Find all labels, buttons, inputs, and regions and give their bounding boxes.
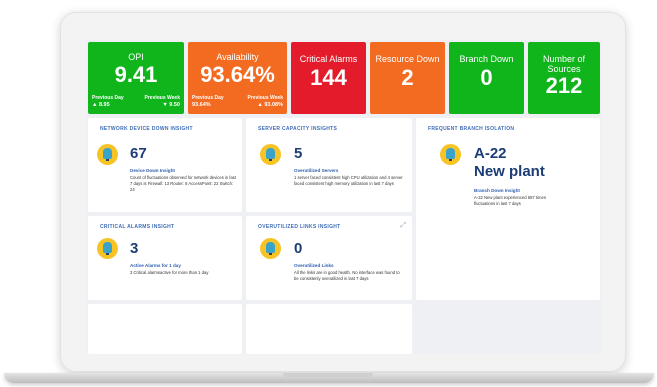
kpi-label: Resource Down bbox=[375, 54, 440, 64]
lightbulb-icon bbox=[260, 144, 281, 165]
card-title: NETWORK DEVICE DOWN INSIGHT bbox=[100, 126, 193, 132]
kpi-resource-down-tile[interactable]: Resource Down 2 bbox=[370, 42, 445, 114]
prev-day-value: 93.64% bbox=[192, 102, 211, 108]
kpi-branch-down-tile[interactable]: Branch Down 0 bbox=[449, 42, 524, 114]
kpi-trend-footer: Previous Day 93.64% Previous Week ▲ 93.0… bbox=[188, 92, 287, 114]
lightbulb-icon bbox=[440, 144, 461, 165]
card-title: CRITICAL ALARMS INSIGHT bbox=[100, 224, 175, 230]
prev-day-label: Previous Day bbox=[92, 95, 124, 101]
server-capacity-card[interactable]: SERVER CAPACITY INSIGHTS 5 Overutilized … bbox=[246, 118, 412, 212]
card-subtitle: Branch Down Insight bbox=[474, 188, 520, 193]
card-number: 3 bbox=[130, 240, 139, 257]
prev-week-value: ▼ 9.50 bbox=[162, 102, 180, 108]
network-device-down-card[interactable]: NETWORK DEVICE DOWN INSIGHT 67 Device Do… bbox=[88, 118, 242, 212]
empty-panel-middle bbox=[246, 304, 412, 354]
card-description: 1 server faced consistent high CPU utili… bbox=[294, 175, 403, 186]
card-title: SERVER CAPACITY INSIGHTS bbox=[258, 126, 338, 132]
kpi-label: Branch Down bbox=[459, 54, 514, 64]
prev-day-label: Previous Day bbox=[192, 95, 224, 101]
prev-week-value: ▲ 93.08% bbox=[257, 102, 283, 108]
prev-week-label: Previous Week bbox=[144, 95, 180, 101]
kpi-value: 93.64% bbox=[200, 62, 275, 87]
card-description: 3 Critical alarmsactive for more than 1 … bbox=[130, 270, 209, 275]
lightbulb-icon bbox=[97, 238, 118, 259]
prev-week-block: Previous Week ▲ 93.08% bbox=[248, 95, 283, 114]
card-number-line2: New plant bbox=[474, 163, 545, 180]
card-description: A-22 New plant experienced 687 times flu… bbox=[474, 195, 546, 206]
lightbulb-icon bbox=[97, 144, 118, 165]
kpi-value: 2 bbox=[401, 65, 414, 90]
lightbulb-icon bbox=[260, 238, 281, 259]
card-subtitle: Device Down Insight bbox=[130, 168, 175, 173]
overutilized-links-card[interactable]: OVERUTILIZED LINKS INSIGHT ⤢ 0 Overutili… bbox=[246, 216, 412, 300]
kpi-number-of-sources-tile[interactable]: Number of Sources 212 bbox=[528, 42, 600, 114]
card-description: Count of fluctuations observed for netwo… bbox=[130, 175, 236, 192]
kpi-label: Number of Sources bbox=[542, 54, 586, 74]
frequent-branch-isolation-card[interactable]: FREQUENT BRANCH ISOLATION A-22 New plant… bbox=[416, 118, 600, 300]
card-title: OVERUTILIZED LINKS INSIGHT bbox=[258, 224, 341, 230]
dashboard-screen: OPI 9.41 Previous Day ▲ 8.95 Previous We… bbox=[86, 40, 602, 354]
card-subtitle: Overutilized Servers bbox=[294, 168, 339, 173]
kpi-row: OPI 9.41 Previous Day ▲ 8.95 Previous We… bbox=[88, 42, 600, 114]
card-subtitle: Active Alarms for 1 day bbox=[130, 263, 181, 268]
kpi-label: Availability bbox=[216, 52, 259, 62]
kpi-label: Critical Alarms bbox=[299, 54, 358, 64]
card-number-line1: A-22 bbox=[474, 145, 507, 162]
card-number: 67 bbox=[130, 145, 147, 162]
empty-panel-left bbox=[88, 304, 242, 354]
prev-day-block: Previous Day 93.64% bbox=[192, 95, 224, 114]
kpi-value: 212 bbox=[545, 73, 583, 98]
expand-icon[interactable]: ⤢ bbox=[400, 222, 406, 229]
prev-week-block: Previous Week ▼ 9.50 bbox=[145, 95, 180, 114]
laptop-notch bbox=[283, 373, 373, 377]
critical-alarms-card[interactable]: CRITICAL ALARMS INSIGHT 3 Active Alarms … bbox=[88, 216, 242, 300]
card-title: FREQUENT BRANCH ISOLATION bbox=[428, 126, 515, 132]
kpi-value: 144 bbox=[310, 65, 347, 90]
kpi-critical-alarms-tile[interactable]: Critical Alarms 144 bbox=[291, 42, 366, 114]
card-number: 0 bbox=[294, 240, 303, 257]
card-subtitle: Overutilized Links bbox=[294, 263, 334, 268]
card-number: 5 bbox=[294, 145, 303, 162]
kpi-availability-tile[interactable]: Availability 93.64% Previous Day 93.64% … bbox=[188, 42, 287, 114]
kpi-trend-footer: Previous Day ▲ 8.95 Previous Week ▼ 9.50 bbox=[88, 92, 184, 114]
prev-week-label: Previous Week bbox=[247, 95, 283, 101]
kpi-label: OPI bbox=[128, 52, 144, 62]
kpi-value: 0 bbox=[480, 65, 493, 90]
card-description: All the links are in good health. No int… bbox=[294, 270, 400, 281]
kpi-opi-tile[interactable]: OPI 9.41 Previous Day ▲ 8.95 Previous We… bbox=[88, 42, 184, 114]
prev-day-value: ▲ 8.95 bbox=[92, 102, 110, 108]
kpi-value: 9.41 bbox=[114, 62, 158, 87]
prev-day-block: Previous Day ▲ 8.95 bbox=[92, 95, 124, 114]
